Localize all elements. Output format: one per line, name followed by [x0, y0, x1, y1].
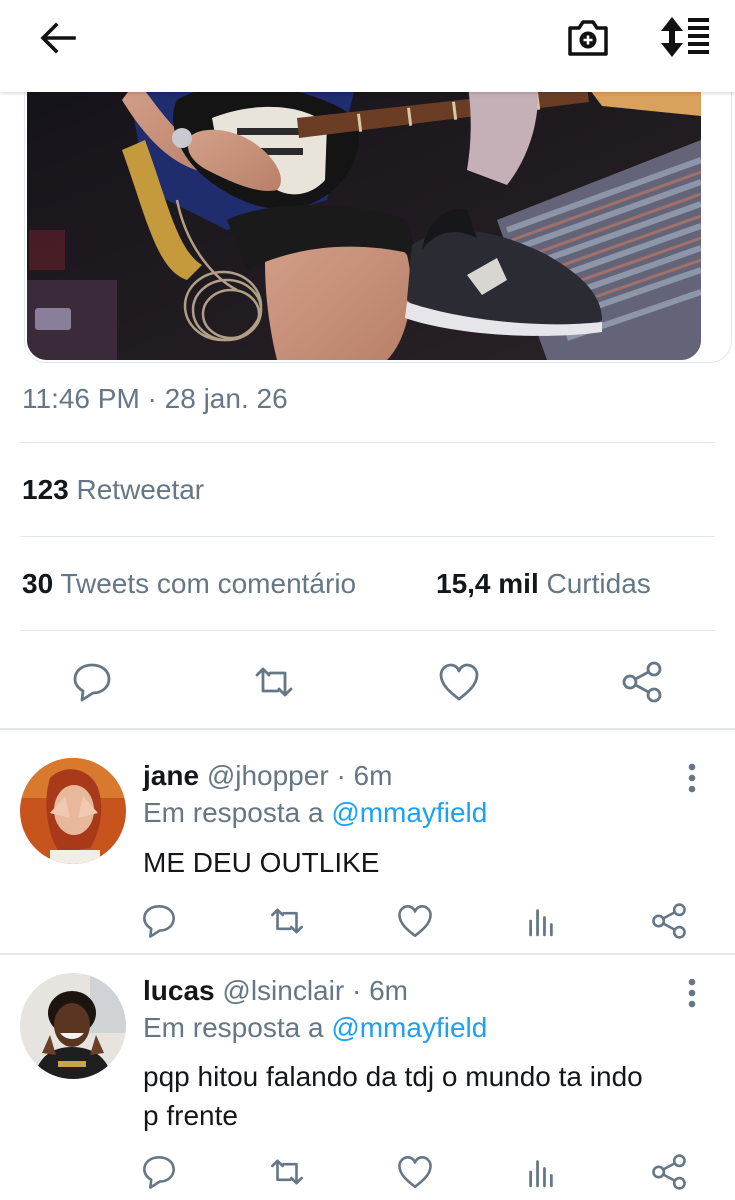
tweet-timestamp: 11:46 PM · 28 jan. 26	[22, 383, 288, 414]
like-icon[interactable]	[396, 902, 434, 940]
quote-tweets-count: 30	[22, 568, 54, 599]
reply-text: pqp hitou falando da tdj o mundo ta indo…	[143, 1061, 643, 1131]
reply-tweet[interactable]: lucas @lsinclair · 6m Em resposta a @mma…	[0, 955, 735, 1200]
retweet-icon[interactable]	[268, 1153, 306, 1191]
like-icon[interactable]	[396, 1153, 434, 1191]
retweets-count: 123	[22, 474, 69, 505]
retweet-icon[interactable]	[252, 660, 296, 704]
more-options-icon[interactable]	[680, 762, 704, 796]
reply-author-name[interactable]: jane	[143, 760, 199, 791]
separator: ·	[336, 760, 346, 791]
guitar-photo-image	[27, 80, 701, 360]
reply-header: lucas @lsinclair · 6m	[143, 975, 408, 1007]
more-options-icon[interactable]	[680, 977, 704, 1011]
likes-label: Curtidas	[546, 568, 651, 599]
reply-icon[interactable]	[140, 1153, 178, 1191]
in-reply-to: Em resposta a @mmayfield	[143, 797, 487, 829]
avatar-image	[20, 973, 126, 1079]
quote-tweets-stat[interactable]: 30 Tweets com comentário	[22, 568, 356, 600]
retweets-label: Retweetar	[76, 474, 205, 505]
reply-author-name[interactable]: lucas	[143, 975, 215, 1006]
share-icon[interactable]	[620, 660, 664, 704]
reply-header: jane @jhopper · 6m	[143, 760, 392, 792]
divider	[20, 630, 715, 631]
quote-tweets-label: Tweets com comentário	[60, 568, 357, 599]
in-reply-to-label: Em resposta a	[143, 1012, 324, 1043]
share-icon[interactable]	[650, 902, 688, 940]
avatar[interactable]	[20, 973, 126, 1079]
reply-time: 6m	[369, 975, 408, 1006]
sort-icon[interactable]	[658, 14, 712, 60]
likes-count: 15,4 mil	[436, 568, 539, 599]
reply-icon[interactable]	[140, 902, 178, 940]
top-app-bar	[0, 0, 735, 92]
in-reply-to-label: Em resposta a	[143, 797, 324, 828]
mention-link[interactable]: @mmayfield	[331, 1012, 487, 1043]
divider	[20, 442, 715, 443]
share-icon[interactable]	[650, 1153, 688, 1191]
avatar-image	[20, 758, 126, 864]
analytics-icon[interactable]	[522, 1153, 560, 1191]
separator: ·	[351, 975, 362, 1006]
tweet-media-card[interactable]	[24, 80, 732, 363]
like-icon[interactable]	[437, 660, 481, 704]
reply-icon[interactable]	[70, 660, 114, 704]
in-reply-to: Em resposta a @mmayfield	[143, 1012, 487, 1044]
camera-add-icon[interactable]	[564, 14, 612, 60]
analytics-icon[interactable]	[522, 902, 560, 940]
likes-stat[interactable]: 15,4 mil Curtidas	[436, 568, 651, 600]
reply-author-handle[interactable]: @jhopper	[207, 760, 329, 791]
avatar[interactable]	[20, 758, 126, 864]
retweets-stat[interactable]: 123 Retweetar	[22, 474, 204, 506]
mention-link[interactable]: @mmayfield	[331, 797, 487, 828]
reply-tweet[interactable]: jane @jhopper · 6m Em resposta a @mmayfi…	[0, 730, 735, 952]
reply-time: 6m	[353, 760, 393, 791]
reply-text: ME DEU OUTLIKE	[143, 847, 380, 878]
reply-author-handle[interactable]: @lsinclair	[222, 975, 344, 1006]
divider	[20, 536, 715, 537]
back-arrow-icon[interactable]	[36, 18, 80, 58]
retweet-icon[interactable]	[268, 902, 306, 940]
tweet-photo[interactable]	[27, 80, 701, 360]
